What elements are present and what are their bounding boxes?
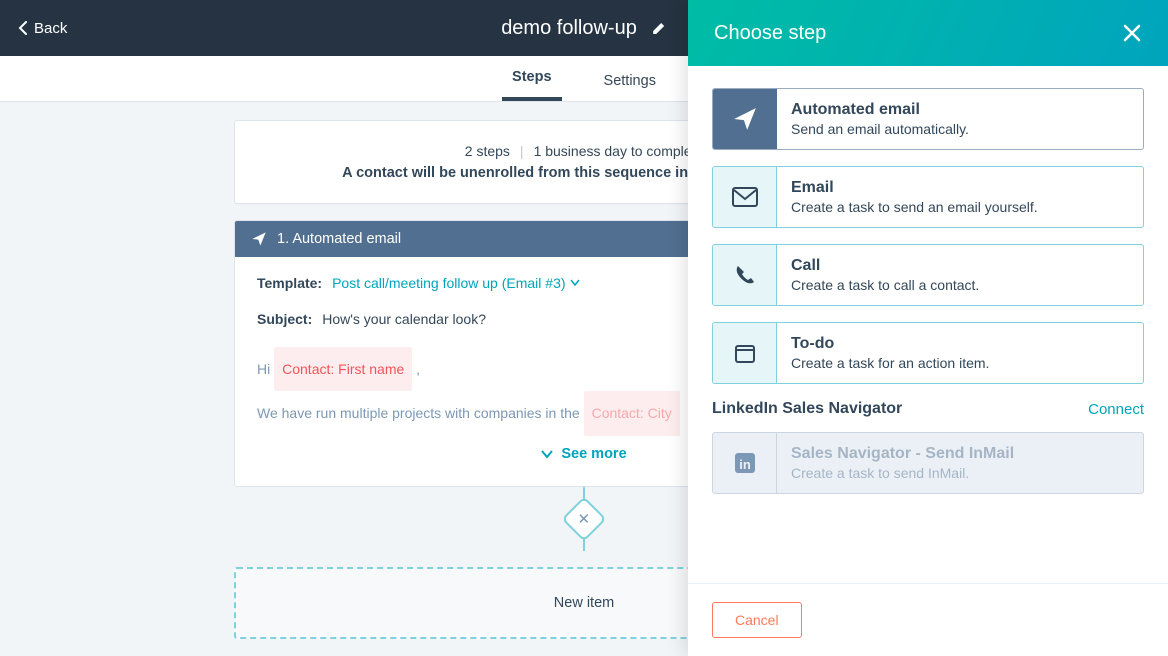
option-desc: Create a task for an action item.: [791, 355, 989, 371]
option-desc: Create a task to send an email yourself.: [791, 199, 1038, 215]
remove-step-button[interactable]: ✕: [561, 496, 606, 541]
template-value: Post call/meeting follow up (Email #3): [332, 275, 565, 291]
cancel-button[interactable]: Cancel: [712, 602, 802, 638]
tab-steps[interactable]: Steps: [502, 69, 562, 101]
option-title: Automated email: [791, 101, 969, 119]
subject-value: How's your calendar look?: [322, 311, 486, 327]
panel-body: Automated email Send an email automatica…: [688, 66, 1168, 583]
paper-plane-icon: [251, 231, 267, 247]
body-suffix: ,: [416, 361, 420, 377]
edit-icon[interactable]: [651, 20, 667, 36]
duration: 1 business day to complete: [534, 143, 704, 159]
option-title: To-do: [791, 335, 989, 353]
panel-header: Choose step: [688, 0, 1168, 66]
envelope-icon: [732, 187, 758, 207]
checklist-icon: [733, 341, 757, 365]
phone-icon: [733, 263, 757, 287]
chevron-left-icon: [18, 21, 28, 35]
step-title: 1. Automated email: [277, 231, 401, 247]
close-icon: ✕: [578, 511, 591, 526]
option-desc: Create a task to call a contact.: [791, 277, 979, 293]
new-item-label: New item: [554, 595, 614, 611]
panel-title: Choose step: [714, 22, 826, 45]
option-desc: Send an email automatically.: [791, 121, 969, 137]
steps-count: 2 steps: [465, 143, 510, 159]
page-title: demo follow-up: [501, 17, 637, 40]
linkedin-icon: in: [733, 451, 757, 475]
option-title: Email: [791, 179, 1038, 197]
tab-settings[interactable]: Settings: [594, 73, 666, 101]
choose-step-panel: Choose step Automated email Send an emai…: [688, 0, 1168, 656]
paper-plane-icon: [732, 106, 758, 132]
option-call[interactable]: Call Create a task to call a contact.: [712, 244, 1144, 306]
option-email[interactable]: Email Create a task to send an email you…: [712, 166, 1144, 228]
chevron-down-icon: [541, 449, 553, 459]
token-firstname[interactable]: Contact: First name: [274, 347, 412, 391]
option-title: Call: [791, 257, 979, 275]
linkedin-section-header: LinkedIn Sales Navigator Connect: [712, 400, 1144, 418]
body-prefix: Hi: [257, 361, 274, 377]
option-linkedin-inmail: in Sales Navigator - Send InMail Create …: [712, 432, 1144, 494]
back-button[interactable]: Back: [18, 20, 67, 37]
template-dropdown[interactable]: Post call/meeting follow up (Email #3): [332, 275, 579, 291]
template-label: Template:: [257, 275, 322, 291]
connect-link[interactable]: Connect: [1088, 401, 1144, 418]
see-more-label: See more: [561, 446, 626, 462]
subject-label: Subject:: [257, 311, 312, 327]
option-title: Sales Navigator - Send InMail: [791, 445, 1014, 463]
option-desc: Create a task to send InMail.: [791, 465, 1014, 481]
back-label: Back: [34, 20, 67, 37]
panel-footer: Cancel: [688, 583, 1168, 656]
separator: |: [520, 143, 524, 159]
token-city[interactable]: Contact: City: [584, 391, 680, 435]
svg-text:in: in: [739, 457, 751, 472]
option-automated-email[interactable]: Automated email Send an email automatica…: [712, 88, 1144, 150]
option-todo[interactable]: To-do Create a task for an action item.: [712, 322, 1144, 384]
linkedin-section-title: LinkedIn Sales Navigator: [712, 400, 902, 418]
close-panel-button[interactable]: [1122, 23, 1142, 43]
body-line2-prefix: We have run multiple projects with compa…: [257, 405, 584, 421]
caret-down-icon: [570, 279, 580, 287]
